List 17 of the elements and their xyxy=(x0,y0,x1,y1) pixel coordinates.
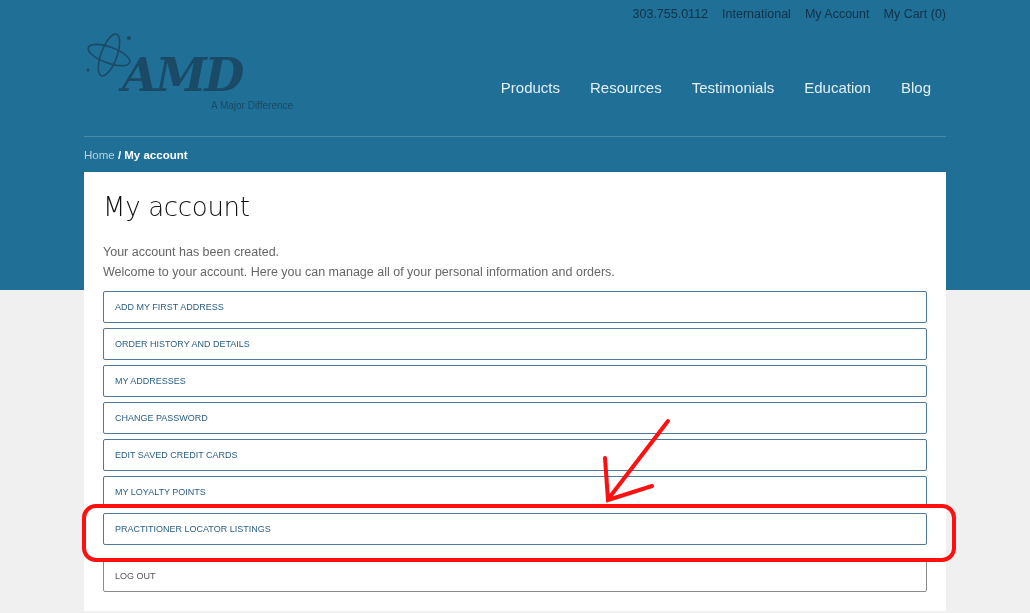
nav-link[interactable]: Products xyxy=(500,79,560,96)
nav-link[interactable]: Resources xyxy=(590,79,662,96)
account-link-button[interactable]: CHANGE PASSWORD xyxy=(103,402,927,434)
account-link-button[interactable]: ORDER HISTORY AND DETAILS xyxy=(103,328,927,360)
account-message: Your account has been created. xyxy=(103,244,281,261)
account-message: Welcome to your account. Here you can manage all of your personal information and orders. xyxy=(103,264,616,281)
breadcrumb-current: / My account xyxy=(117,149,188,161)
page-title: My account xyxy=(103,192,251,222)
breadcrumb-link[interactable]: Home xyxy=(84,149,115,161)
account-link-button[interactable]: MY ADDRESSES xyxy=(103,365,927,397)
nav-link[interactable]: Testimonials xyxy=(691,79,775,96)
account-link-button[interactable]: PRACTITIONER LOCATOR LISTINGS xyxy=(103,513,927,545)
account-link-button[interactable]: ADD MY FIRST ADDRESS xyxy=(103,291,927,323)
nav-link[interactable]: Education xyxy=(804,79,871,96)
nav-link[interactable]: Blog xyxy=(900,79,931,96)
account-link-button[interactable]: EDIT SAVED CREDIT CARDS xyxy=(103,439,927,471)
logout-button[interactable]: LOG OUT xyxy=(103,560,927,592)
